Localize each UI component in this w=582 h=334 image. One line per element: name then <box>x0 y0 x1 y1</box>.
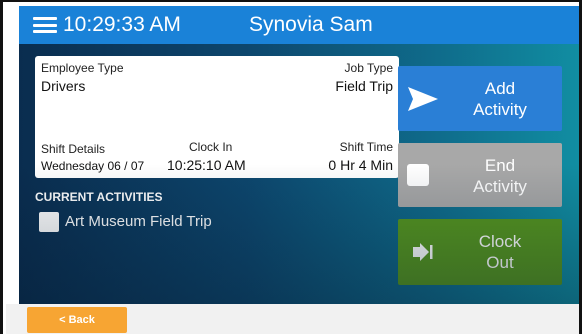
bottom-bar: < Back <box>6 304 579 334</box>
top-bar: 10:29:33 AM Synovia Sam <box>19 6 579 44</box>
square-icon <box>407 164 429 186</box>
sign-out-icon <box>413 243 433 261</box>
end-activity-label: End Activity <box>438 155 562 197</box>
add-activity-label: Add Activity <box>438 78 562 120</box>
add-activity-button[interactable]: Add Activity <box>398 66 562 131</box>
add-activity-line2: Activity <box>473 100 527 119</box>
end-activity-line2: Activity <box>473 177 527 196</box>
app-title: Synovia Sam <box>249 13 373 36</box>
app-screen: 10:29:33 AM Synovia Sam Employee Type Dr… <box>19 6 579 304</box>
activity-label: Art Museum Field Trip <box>65 213 212 230</box>
clock-out-line1: Clock <box>478 232 522 251</box>
employee-type-value: Drivers <box>41 78 86 94</box>
clock-in-label: Clock In <box>189 140 233 154</box>
shift-time-label: Shift Time <box>339 140 393 154</box>
device-frame: 10:29:33 AM Synovia Sam Employee Type Dr… <box>0 0 582 334</box>
shift-details-value: Wednesday 06 / 07 <box>41 159 145 173</box>
job-type-label: Job Type <box>344 61 393 75</box>
job-type-value: Field Trip <box>335 78 393 94</box>
clock-out-label: Clock Out <box>438 231 562 273</box>
clock-out-line2: Out <box>486 253 514 272</box>
end-activity-line1: End <box>484 156 516 175</box>
shift-time-value: 0 Hr 4 Min <box>328 157 393 173</box>
current-time: 10:29:33 AM <box>63 13 181 36</box>
shift-details-label: Shift Details <box>41 142 106 156</box>
back-button[interactable]: < Back <box>27 307 127 333</box>
current-activities-heading: CURRENT ACTIVITIES <box>35 190 163 204</box>
clock-out-button[interactable]: Clock Out <box>398 219 562 285</box>
shift-info-card: Employee Type Drivers Job Type Field Tri… <box>35 56 399 178</box>
hamburger-menu-icon[interactable] <box>33 17 57 33</box>
activity-checkbox[interactable] <box>39 212 59 232</box>
end-activity-button[interactable]: End Activity <box>398 143 562 207</box>
add-activity-line1: Add <box>484 79 516 98</box>
clock-in-value: 10:25:10 AM <box>167 157 246 173</box>
employee-type-label: Employee Type <box>41 61 124 75</box>
play-icon <box>408 87 438 111</box>
